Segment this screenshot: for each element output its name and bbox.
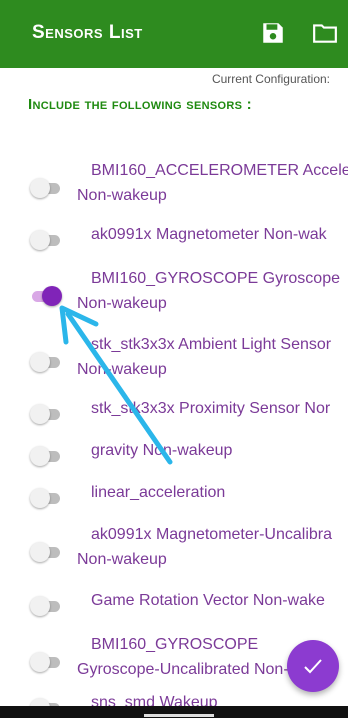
app-bar: Sensors List [0, 0, 348, 68]
sensor-label: ak0991x Magnetometer-Uncalibra Non-wakeup [77, 526, 333, 568]
home-indicator[interactable] [144, 714, 214, 717]
sensor-toggle[interactable] [30, 596, 62, 616]
sensor-label: stk_stk3x3x Proximity Sensor Nor [91, 400, 331, 417]
sensor-toggle[interactable] [30, 542, 62, 562]
confirm-button[interactable] [287, 640, 339, 692]
sensor-toggle[interactable] [30, 178, 62, 198]
folder-icon[interactable] [312, 20, 338, 46]
sensor-toggle[interactable] [30, 230, 62, 250]
sensor-toggle[interactable] [30, 652, 62, 672]
system-navigation-bar [0, 706, 348, 718]
sensor-label: stk_stk3x3x Ambient Light Sensor Non-wake… [77, 336, 332, 378]
sensor-toggle[interactable] [30, 286, 62, 306]
sensor-label: gravity Non-wakeup [91, 442, 233, 459]
check-icon [304, 659, 322, 674]
page-title: Sensors List [32, 22, 143, 43]
sensor-toggle[interactable] [30, 446, 62, 466]
sensor-label: BMI160_GYROSCOPE Gyroscope Non-wakeup [77, 270, 340, 312]
sensor-toggle[interactable] [30, 404, 62, 424]
sensor-toggle[interactable] [30, 352, 62, 372]
current-configuration-label: Current Configuration: [211, 72, 330, 86]
sensor-label: linear_acceleration [91, 484, 226, 501]
sensor-toggle[interactable] [30, 488, 62, 508]
sensor-label: Game Rotation Vector Non-wake [91, 592, 325, 609]
save-icon[interactable] [260, 20, 286, 46]
section-heading: Include the following sensors : [28, 96, 252, 113]
sensor-label: BMI160_ACCELEROMETER Accele Non-wakeup [77, 162, 348, 204]
sensor-label: ak0991x Magnetometer Non-wak [91, 226, 327, 243]
